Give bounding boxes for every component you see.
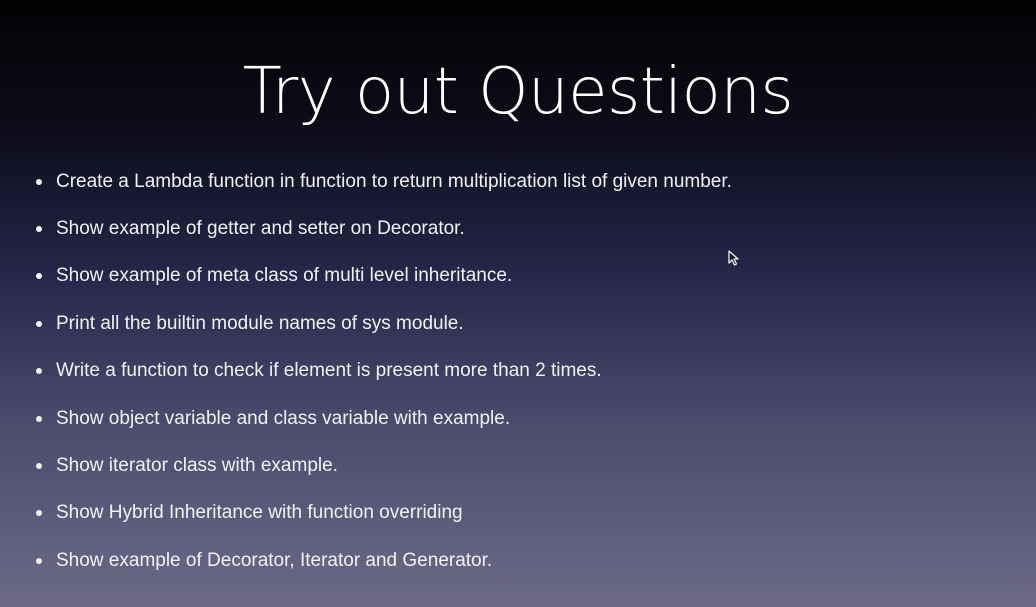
list-item-text: Show Hybrid Inheritance with function ov… bbox=[56, 502, 463, 524]
bullet-icon bbox=[36, 510, 42, 517]
list-item: Create a Lambda function in function to … bbox=[36, 158, 996, 205]
mouse-pointer-icon bbox=[728, 250, 739, 266]
bullet-icon bbox=[36, 368, 42, 375]
bullet-icon bbox=[36, 178, 42, 185]
bullet-icon bbox=[36, 320, 42, 327]
list-item: Show iterator class with example. bbox=[36, 442, 996, 489]
bullet-icon bbox=[36, 273, 42, 280]
list-item-text: Show example of meta class of multi leve… bbox=[56, 265, 513, 287]
list-item-text: Write a function to check if element is … bbox=[56, 360, 602, 382]
list-item-text: Show iterator class with example. bbox=[56, 455, 338, 477]
list-item-text: Show example of Decorator, Iterator and … bbox=[56, 549, 493, 571]
bullet-icon bbox=[36, 463, 42, 470]
list-item-text: Create a Lambda function in function to … bbox=[56, 170, 732, 192]
list-item: Show example of Decorator, Iterator and … bbox=[36, 537, 996, 584]
list-item-text: Show example of getter and setter on Dec… bbox=[56, 218, 465, 240]
list-item: Show example of getter and setter on Dec… bbox=[36, 205, 996, 252]
question-list: Create a Lambda function in function to … bbox=[36, 158, 996, 585]
list-item: Show example of meta class of multi leve… bbox=[36, 253, 996, 300]
list-item: Show Hybrid Inheritance with function ov… bbox=[36, 490, 996, 537]
bullet-icon bbox=[36, 557, 42, 564]
list-item-text: Print all the builtin module names of sy… bbox=[56, 312, 464, 334]
list-item: Print all the builtin module names of sy… bbox=[36, 300, 996, 347]
bullet-icon bbox=[36, 415, 42, 422]
list-item: Show object variable and class variable … bbox=[36, 395, 996, 442]
list-item: Write a function to check if element is … bbox=[36, 348, 996, 395]
presentation-slide: Try out Questions Create a Lambda functi… bbox=[0, 0, 1036, 607]
bullet-icon bbox=[36, 226, 42, 233]
list-item-text: Show object variable and class variable … bbox=[56, 407, 511, 429]
slide-title: Try out Questions bbox=[242, 55, 794, 129]
